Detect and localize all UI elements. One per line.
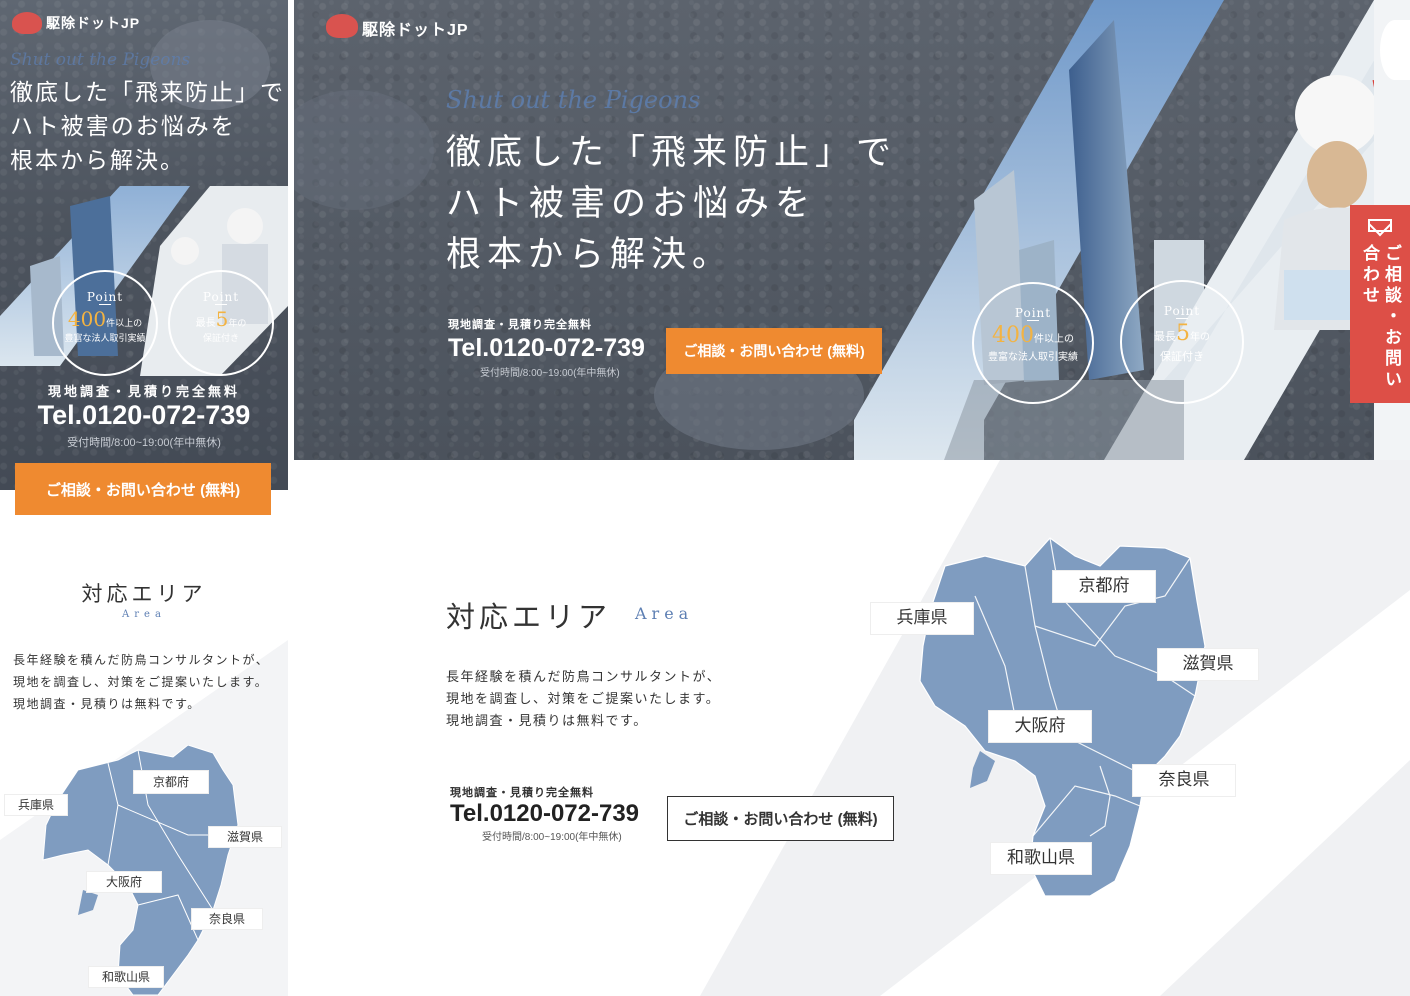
area-cta-button[interactable]: ご相談・お問い合わせ (無料) [667, 796, 894, 841]
mail-icon [1368, 219, 1392, 233]
mobile-label-wakayama: 和歌山県 [88, 966, 164, 988]
headline-line: ハト被害のお悩みを [446, 184, 817, 224]
label-osaka: 大阪府 [988, 710, 1092, 743]
point-circle-experience: Point 400件以上の 豊富な法人取引実績 [972, 282, 1094, 404]
logo-text: 駆除ドットJP [46, 15, 141, 31]
hero-headline: 徹底した「飛来防止」で ハト被害のお悩みを 根本から解決。 [446, 128, 897, 281]
area-free-note: 現地調査・見積り完全無料 [450, 787, 594, 799]
hardhat-image [1380, 20, 1410, 80]
point-suffix: 年の [1190, 332, 1210, 343]
point-prefix: 最長 [195, 318, 216, 329]
hero-photo-collage [854, 0, 1410, 460]
point-desc: 豊富な法人取引実績 [64, 333, 146, 343]
free-note: 現地調査・見積り完全無料 [448, 319, 592, 331]
point-suffix: 年の [228, 318, 247, 328]
desc-line: 現地を調査し、対策をご提案いたします。 [13, 675, 269, 689]
point-desc: 保証付き [1160, 351, 1204, 363]
mobile-label-nara: 奈良県 [191, 908, 263, 930]
desktop-hero: 駆除ドットJP Shut out the Pigeons 徹底した「飛来防止」で… [294, 0, 1410, 460]
area-hours-text: 受付時間/8:00~19:00(年中無休) [482, 832, 622, 843]
label-shiga: 滋賀県 [1157, 648, 1259, 681]
point-desc: 保証付き [202, 333, 239, 343]
hours-text: 受付時間/8:00~19:00(年中無休) [67, 437, 221, 449]
desc-line: 現地調査・見積りは無料です。 [13, 697, 201, 711]
point-prefix: 最長 [1154, 331, 1176, 343]
mobile-hero: 駆除ドットJP Shut out the Pigeons 徹底した「飛来防止」で… [0, 0, 288, 490]
area-title: 対応エリア [446, 600, 612, 634]
hero-headline: 徹底した「飛来防止」で ハト被害のお悩みを 根本から解決。 [10, 76, 285, 178]
headline-line: ハト被害のお悩みを [10, 114, 236, 140]
mobile-label-kyoto: 京都府 [133, 770, 209, 794]
area-desc: 長年経験を積んだ防鳥コンサルタントが、 現地を調査し、対策をご提案いたします。 … [446, 666, 721, 732]
label-kyoto: 京都府 [1052, 570, 1156, 603]
hero-cta-button[interactable]: ご相談・お問い合わせ (無料) [666, 328, 882, 374]
logo-text: 駆除ドットJP [362, 22, 469, 39]
mobile-area-subtitle: Area [122, 609, 166, 620]
point-label: Point [86, 290, 124, 304]
mobile-label-shiga: 滋賀県 [208, 826, 282, 848]
headline-line: 根本から解決。 [10, 148, 185, 174]
mobile-label-hyogo: 兵庫県 [4, 794, 68, 816]
point-circle-experience: Point 400件以上の 豊富な法人取引実績 [52, 270, 158, 376]
hours-text: 受付時間/8:00~19:00(年中無休) [480, 368, 620, 379]
desc-line: 長年経験を積んだ防鳥コンサルタントが、 [13, 653, 270, 667]
side-tab-label: ご相談・お問い合わせ [1360, 244, 1401, 392]
point-number: 400 [992, 323, 1034, 348]
point-number: 5 [215, 307, 229, 331]
side-contact-tab[interactable]: ご相談・お問い合わせ [1350, 205, 1410, 403]
hero-script: Shut out the Pigeons [10, 50, 191, 70]
tel-link[interactable]: Tel.0120-072-739 [448, 334, 645, 363]
desc-line: 現地調査・見積りは無料です。 [446, 713, 648, 728]
point-number: 5 [1176, 321, 1190, 346]
point-label: Point [1163, 304, 1201, 318]
point-label: Point [1014, 306, 1052, 320]
point-desc: 豊富な法人取引実績 [988, 352, 1078, 363]
label-hyogo: 兵庫県 [870, 602, 974, 635]
free-note: 現地調査・見積り完全無料 [47, 384, 240, 399]
logo-icon [326, 14, 358, 38]
point-suffix: 件以上の [1034, 334, 1074, 345]
headline-line: 根本から解決。 [446, 235, 734, 275]
area-tel-link[interactable]: Tel.0120-072-739 [450, 800, 639, 828]
headline-line: 徹底した「飛来防止」で [446, 133, 898, 173]
label-wakayama: 和歌山県 [990, 842, 1092, 875]
point-circle-warranty: Point 最長5年の 保証付き [1120, 280, 1244, 404]
point-suffix: 件以上の [106, 318, 143, 328]
mobile-label-osaka: 大阪府 [86, 871, 162, 893]
label-nara: 奈良県 [1132, 764, 1236, 797]
mobile-area-desc: 長年経験を積んだ防鳥コンサルタントが、 現地を調査し、対策をご提案いたします。 … [13, 649, 269, 715]
point-number: 400 [67, 307, 107, 331]
desc-line: 長年経験を積んだ防鳥コンサルタントが、 [446, 669, 722, 684]
hero-script: Shut out the Pigeons [446, 86, 701, 114]
point-label: Point [202, 290, 240, 304]
area-subtitle: Area [635, 604, 694, 623]
headline-line: 徹底した「飛来防止」で [10, 80, 285, 106]
tel-link[interactable]: Tel.0120-072-739 [0, 400, 288, 431]
point-circle-warranty: Point 最長5年の 保証付き [168, 270, 274, 376]
desc-line: 現地を調査し、対策をご提案いたします。 [446, 691, 721, 706]
logo-icon [12, 12, 42, 34]
mobile-area-title: 対応エリア [81, 582, 207, 606]
